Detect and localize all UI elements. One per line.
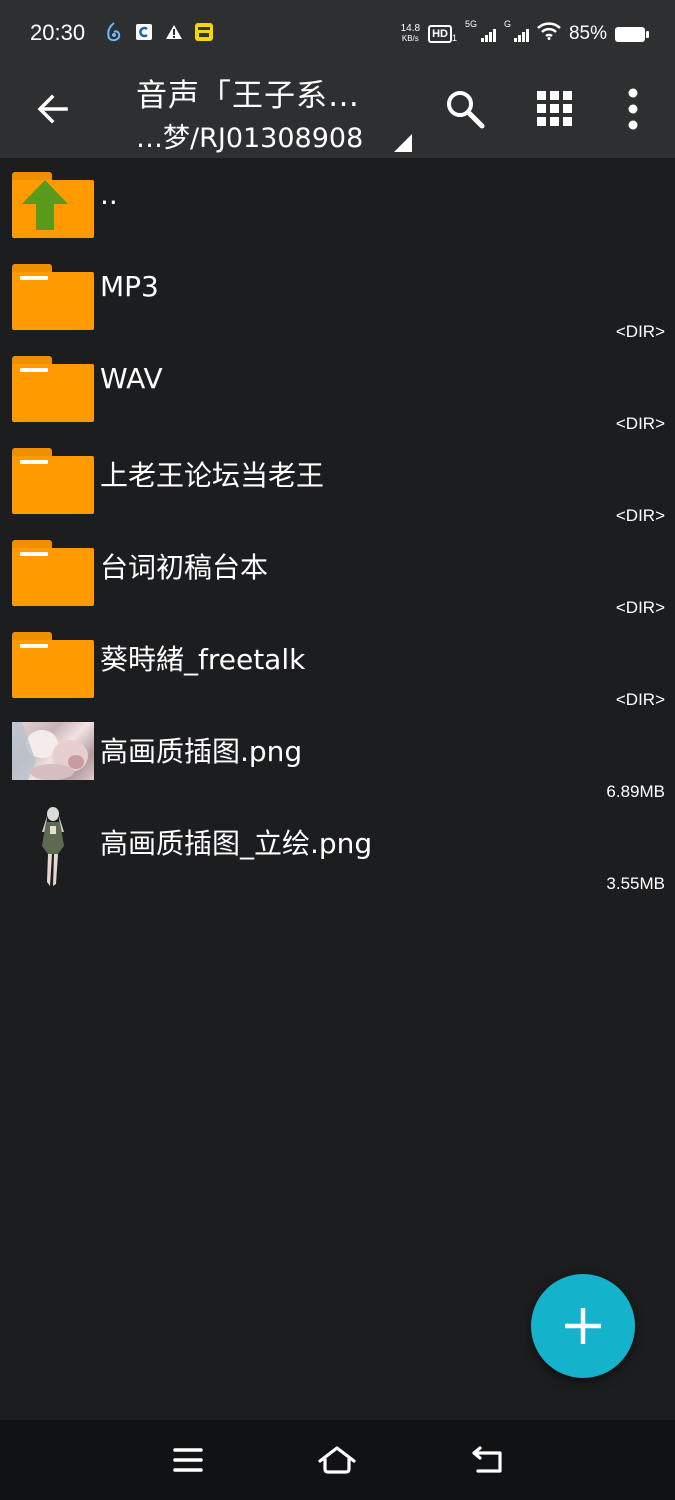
- hd-label: HD: [428, 25, 452, 43]
- file-name: MP3: [100, 270, 159, 303]
- search-icon: [447, 91, 485, 129]
- app-c-icon: [134, 22, 154, 42]
- hd-icon: HD 1: [428, 25, 457, 43]
- home-icon: [318, 1446, 356, 1474]
- battery-icon: [615, 26, 649, 42]
- list-item-folder[interactable]: 上老王论坛当老王 <DIR>: [0, 438, 675, 530]
- net-speed-unit: KB/s: [401, 34, 419, 43]
- nav-home-button[interactable]: [317, 1442, 357, 1478]
- net-speed-value: 14.8: [400, 23, 421, 34]
- app-yellow-icon: [194, 22, 214, 42]
- file-meta: <DIR>: [615, 414, 665, 433]
- back-arrow-icon: [37, 94, 68, 124]
- file-name: ..: [100, 178, 118, 211]
- more-options-button[interactable]: [610, 86, 656, 132]
- file-meta: 3.55MB: [606, 874, 665, 893]
- list-item-folder[interactable]: 葵時緒_freetalk <DIR>: [0, 622, 675, 714]
- nav-back-button[interactable]: [468, 1442, 508, 1478]
- file-name: 台词初稿台本: [100, 551, 269, 584]
- folder-icon: [12, 540, 94, 606]
- hd-sub: 1: [451, 33, 457, 43]
- warning-icon: [164, 22, 184, 42]
- file-meta: <DIR>: [615, 598, 665, 617]
- file-name: 高画质插图_立绘.png: [100, 827, 373, 860]
- grid-view-button[interactable]: [532, 86, 578, 132]
- path-title[interactable]: 音声「王子系…: [136, 70, 360, 115]
- nav-menu-button[interactable]: [168, 1442, 208, 1478]
- list-item-parent[interactable]: ..: [0, 162, 675, 254]
- back-button[interactable]: [30, 86, 76, 132]
- app-bar: 音声「王子系… …梦/RJ01308908: [0, 66, 675, 158]
- status-time: 20:30: [30, 20, 86, 45]
- list-item-image[interactable]: 高画质插图_立绘.png 3.55MB: [0, 806, 675, 898]
- signal-5g-icon: 5G: [465, 19, 496, 42]
- folder-up-icon: [12, 172, 94, 238]
- menu-icon: [173, 1448, 203, 1472]
- list-item-folder[interactable]: WAV <DIR>: [0, 346, 675, 438]
- image-thumbnail: [12, 806, 94, 890]
- status-right: 14.8 KB/s HD 1 5G G 85%: [401, 19, 649, 46]
- folder-icon: [12, 264, 94, 330]
- back-icon: [472, 1446, 502, 1473]
- net-speed: 14.8 KB/s: [401, 24, 420, 44]
- folder-icon: [12, 448, 94, 514]
- path-dropdown-icon[interactable]: [394, 134, 412, 152]
- plus-icon: [565, 1308, 601, 1344]
- add-button[interactable]: [531, 1274, 635, 1378]
- wifi-icon: [537, 22, 561, 46]
- image-thumbnail: [12, 722, 94, 780]
- status-bar: 20:30 14.8 KB/s HD 1 5G G 85%: [0, 0, 675, 66]
- file-name: 上老王论坛当老王: [100, 459, 325, 492]
- more-vert-icon: [628, 88, 638, 130]
- sim1-label: 5G: [464, 19, 477, 29]
- folder-icon: [12, 632, 94, 698]
- file-name: WAV: [100, 362, 163, 395]
- list-item-folder[interactable]: 台词初稿台本 <DIR>: [0, 530, 675, 622]
- file-name: 高画质插图.png: [100, 735, 303, 768]
- notification-icons: [104, 22, 214, 42]
- file-meta: 6.89MB: [606, 782, 665, 801]
- file-meta: <DIR>: [615, 506, 665, 525]
- grid-view-icon: [537, 91, 572, 126]
- file-name: 葵時緒_freetalk: [100, 643, 306, 676]
- sim2-label: G: [503, 19, 511, 29]
- search-button[interactable]: [442, 86, 488, 132]
- battery-percent: 85%: [568, 23, 607, 44]
- app-notification-icon: [104, 22, 124, 42]
- path-subtitle[interactable]: …梦/RJ01308908: [136, 116, 363, 155]
- list-item-folder[interactable]: MP3 <DIR>: [0, 254, 675, 346]
- file-meta: <DIR>: [615, 690, 665, 709]
- list-item-image[interactable]: 高画质插图.png 6.89MB: [0, 714, 675, 806]
- file-meta: <DIR>: [615, 322, 665, 341]
- system-nav-bar: [0, 1420, 675, 1500]
- signal-g-icon: G: [504, 19, 529, 42]
- folder-icon: [12, 356, 94, 422]
